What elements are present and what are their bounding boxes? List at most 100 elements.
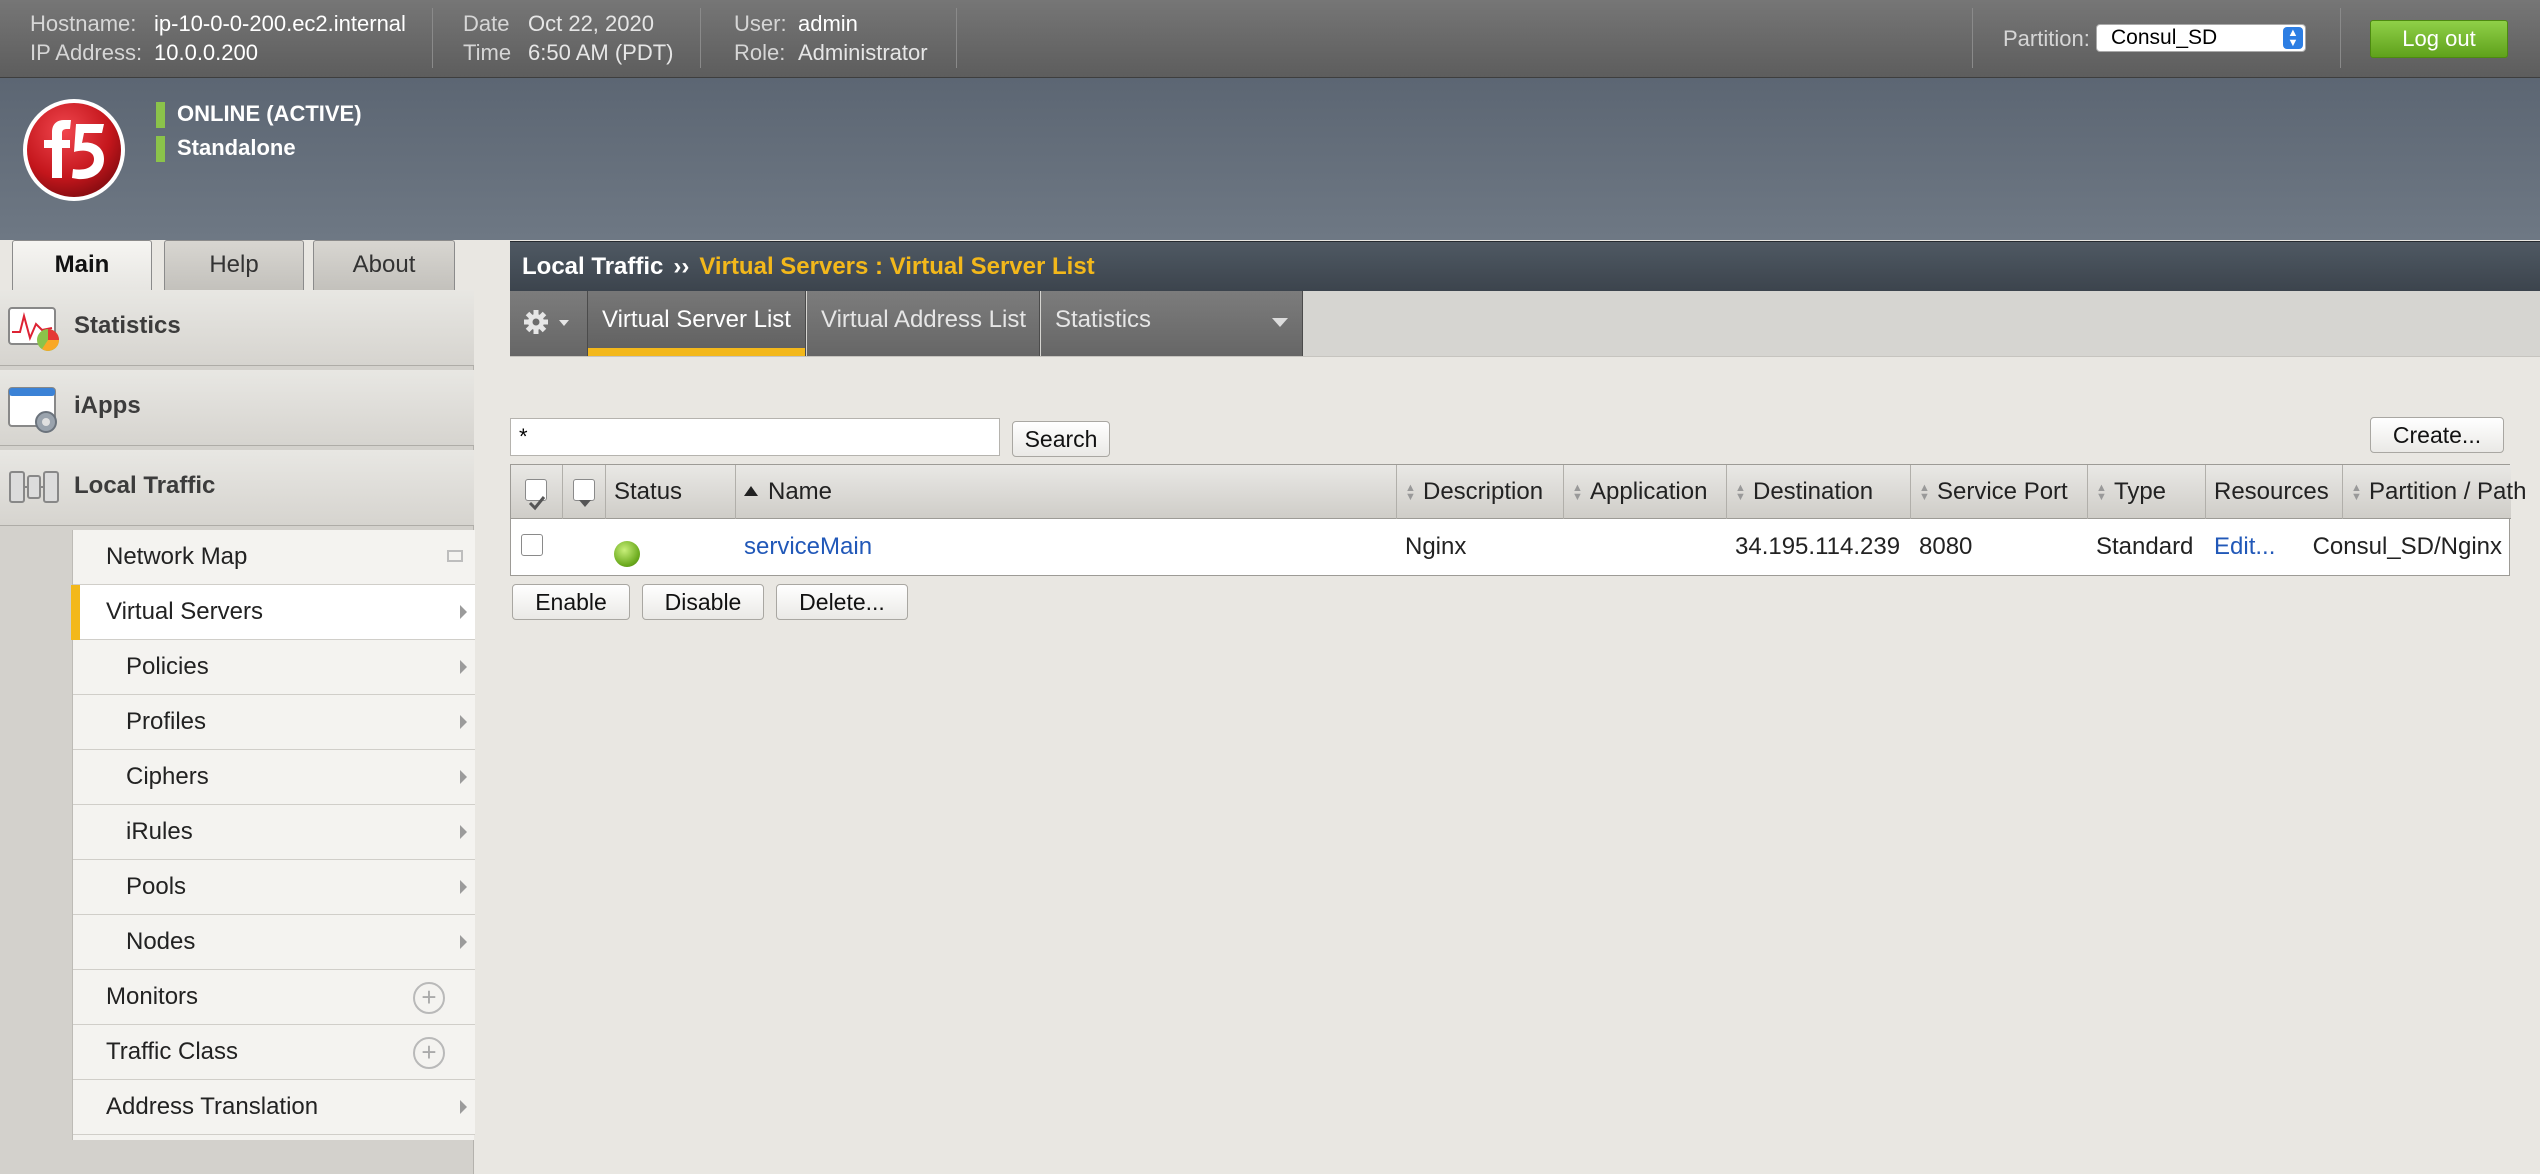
partition-label: Partition: (2003, 25, 2090, 53)
sidebar-item-label: Policies (126, 653, 209, 680)
sidebar-item-nodes[interactable]: Nodes (73, 915, 475, 970)
sort-icon: ▲ ▼ (1735, 481, 1746, 503)
chevron-right-icon (460, 1100, 467, 1114)
sidebar-item-label: Virtual Servers (106, 598, 263, 625)
sidebar-item-profiles[interactable]: Profiles (73, 695, 475, 750)
topbar-divider (2340, 8, 2341, 68)
sidebar-item-virtual-servers[interactable]: Virtual Servers (71, 585, 475, 640)
sidebar-item-pools[interactable]: Pools (73, 860, 475, 915)
virtual-server-name-link[interactable]: serviceMain (736, 519, 872, 575)
sidebar-item-network-map[interactable]: Network Map (73, 530, 475, 585)
status-indicator (156, 102, 165, 129)
tab-statistics[interactable]: Statistics (1041, 291, 1303, 356)
sort-icon: ▲ ▼ (1405, 481, 1416, 503)
logout-button[interactable]: Log out (2370, 20, 2508, 58)
column-header-status[interactable]: Status (606, 465, 736, 519)
tab-main[interactable]: Main (12, 240, 152, 292)
topbar-divider (700, 8, 701, 68)
date-value: Oct 22, 2020 (528, 11, 654, 36)
column-header-application[interactable]: ▲ ▼ Application (1564, 465, 1727, 519)
tab-about[interactable]: About (313, 240, 455, 290)
column-header-description[interactable]: ▲ ▼ Description (1397, 465, 1564, 519)
cell-type: Standard (2096, 533, 2194, 560)
search-button[interactable]: Search (1012, 421, 1110, 457)
partition-select[interactable]: Consul_SD ▲ ▼ (2096, 24, 2306, 52)
time-row: Time 6:50 AM (PDT) (463, 39, 673, 67)
date-row: Date Oct 22, 2020 (463, 10, 654, 38)
column-header-label: Description (1423, 478, 1544, 505)
cell-application (1564, 519, 1572, 575)
iapps-icon (8, 387, 57, 433)
topbar-divider (432, 8, 433, 68)
row-select-checkbox[interactable] (521, 534, 543, 556)
select-all-checkbox[interactable] (525, 479, 547, 511)
status-available-icon (614, 541, 640, 567)
create-button[interactable]: Create... (2370, 417, 2504, 453)
chevron-right-icon (460, 825, 467, 839)
column-header-service-port[interactable]: ▲ ▼ Service Port (1911, 465, 2088, 519)
nav-section-iapps[interactable]: iApps (0, 370, 474, 446)
column-header-label: Destination (1753, 478, 1874, 505)
column-header-label: Resources (2214, 478, 2329, 505)
sort-ascending-icon (744, 486, 758, 496)
cell-service-port: 8080 (1919, 533, 1973, 560)
column-header-label: Application (1590, 478, 1708, 505)
bulk-select-dropdown[interactable] (573, 479, 595, 507)
user-row: User: admin (734, 10, 858, 38)
disable-button[interactable]: Disable (642, 584, 764, 620)
column-header-type[interactable]: ▲ ▼ Type (2088, 465, 2206, 519)
nav-section-statistics[interactable]: Statistics (0, 290, 474, 366)
column-header-name[interactable]: Name (736, 465, 1397, 519)
column-header-label: Service Port (1937, 478, 2068, 505)
statistics-icon (8, 307, 59, 351)
column-header-partition-path[interactable]: ▲ ▼ Partition / Path (2343, 465, 2526, 519)
edit-resources-link[interactable]: Edit... (2206, 519, 2275, 575)
add-monitor-icon[interactable]: + (413, 982, 445, 1014)
breadcrumb-separator: ›› (673, 253, 690, 280)
sidebar-item-traffic-class[interactable]: Traffic Class + (73, 1025, 475, 1080)
column-header-label: Partition / Path (2369, 478, 2527, 505)
device-mode: Standalone (156, 134, 296, 163)
sidebar-item-irules[interactable]: iRules (73, 805, 475, 860)
nav-section-label: Local Traffic (74, 472, 216, 499)
virtual-server-table: Status Name ▲ ▼ Description ▲ ▼ Application … (510, 464, 2526, 576)
sort-icon: ▲ ▼ (2096, 481, 2107, 503)
sidebar-item-ciphers[interactable]: Ciphers (73, 750, 475, 805)
sidebar-item-policies[interactable]: Policies (73, 640, 475, 695)
sidebar-item-monitors[interactable]: Monitors + (73, 970, 475, 1025)
enable-button[interactable]: Enable (512, 584, 630, 620)
chevron-right-icon (460, 660, 467, 674)
sidebar-item-label: Monitors (106, 983, 199, 1010)
bulk-menu-header (563, 465, 606, 519)
search-input[interactable] (510, 418, 1000, 456)
tab-virtual-address-list[interactable]: Virtual Address List (807, 291, 1040, 356)
hostname-label: Hostname: (30, 11, 137, 36)
ip-value: 10.0.0.200 (154, 40, 258, 65)
tab-statistics-label: Statistics (1055, 306, 1152, 333)
sort-icon: ▲ ▼ (2351, 481, 2362, 503)
column-header-resources: Resources (2206, 465, 2343, 519)
local-traffic-icon (9, 471, 59, 503)
tab-virtual-server-list[interactable]: Virtual Server List (588, 291, 806, 356)
gear-icon (524, 310, 569, 334)
chevron-down-icon (1272, 318, 1288, 327)
cell-destination: 34.195.114.239 (1735, 533, 1901, 560)
user-value: admin (798, 11, 858, 36)
column-header-destination[interactable]: ▲ ▼ Destination (1727, 465, 1911, 519)
sidebar-item-address-translation[interactable]: Address Translation (73, 1080, 475, 1135)
sidebar-item-label: Nodes (126, 928, 196, 955)
tab-help[interactable]: Help (164, 240, 304, 290)
topbar-divider (956, 8, 957, 68)
breadcrumb-section[interactable]: Local Traffic (522, 253, 663, 280)
add-traffic-class-icon[interactable]: + (413, 1037, 445, 1069)
gear-menu-button[interactable] (510, 291, 588, 356)
delete-button[interactable]: Delete... (776, 584, 908, 620)
column-header-label: Status (614, 478, 683, 505)
sidebar-item-label: Traffic Class (106, 1038, 239, 1065)
role-label: Role: (734, 40, 786, 65)
cell-partition-path: Consul_SD/Nginx (2312, 533, 2502, 560)
nav-section-local-traffic[interactable]: Local Traffic (0, 450, 474, 526)
chevron-right-icon (460, 880, 467, 894)
hostname-value: ip-10-0-0-200.ec2.internal (154, 11, 406, 36)
time-value: 6:50 AM (PDT) (528, 40, 674, 65)
